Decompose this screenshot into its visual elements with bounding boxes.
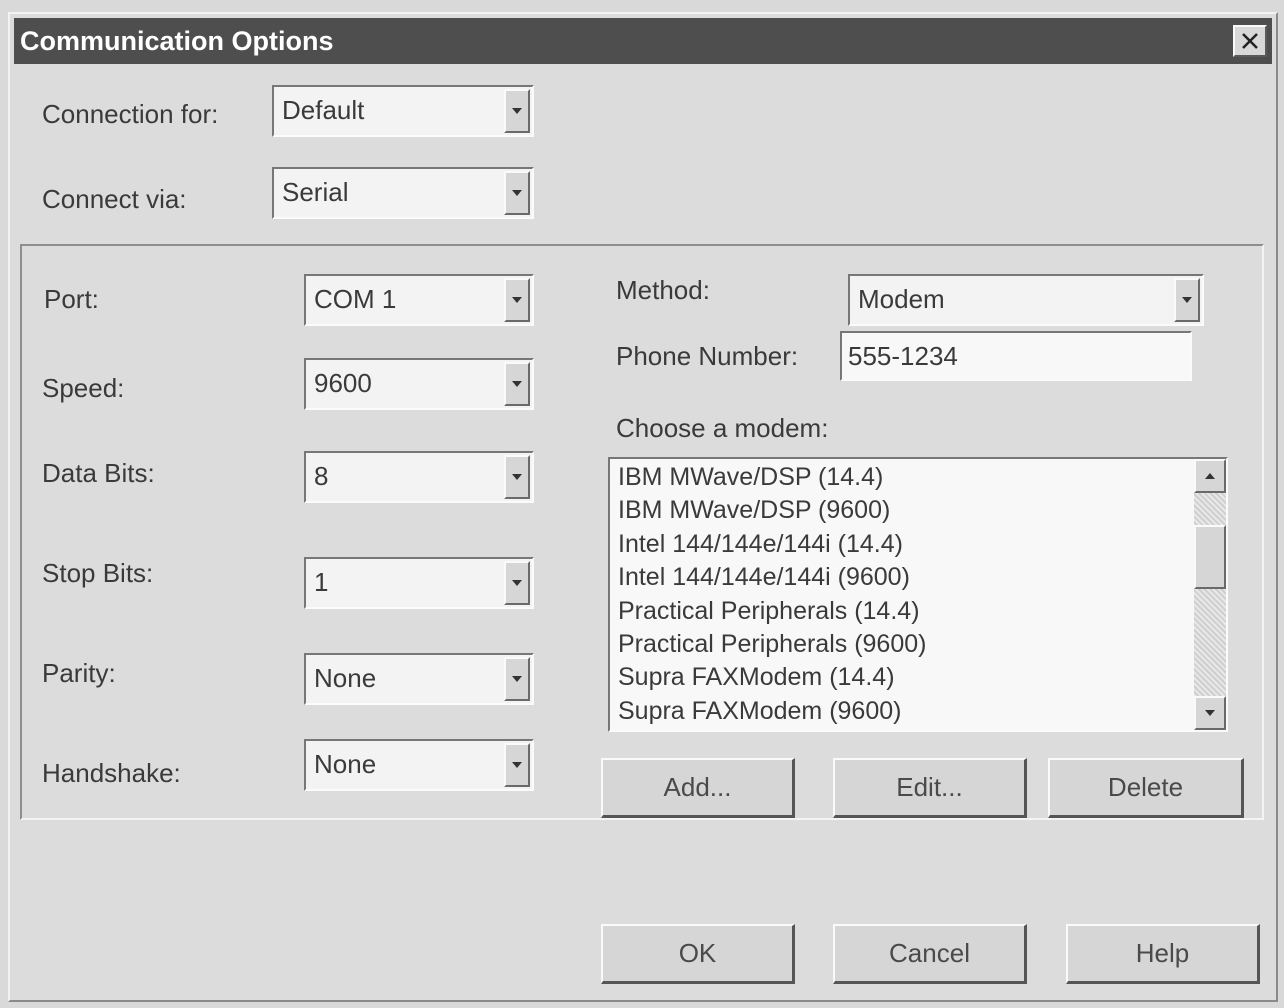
list-item[interactable]: Intel 144/144e/144i (9600)	[618, 561, 1192, 594]
data-bits-label: Data Bits:	[42, 458, 155, 488]
window-title: Communication Options	[20, 25, 334, 56]
connection-for-label: Connection for:	[42, 99, 219, 129]
help-button[interactable]: Help	[1066, 924, 1260, 984]
port-dropdown-button[interactable]	[504, 278, 530, 322]
connect-via-select[interactable]: Serial	[272, 167, 534, 219]
list-item[interactable]: IBM MWave/DSP (9600)	[618, 494, 1192, 527]
scroll-down-button[interactable]	[1194, 696, 1226, 730]
port-select[interactable]: COM 1	[304, 274, 534, 326]
modem-list-scrollbar[interactable]	[1194, 459, 1226, 730]
chevron-down-icon	[512, 676, 522, 682]
chevron-down-icon	[512, 762, 522, 768]
chevron-down-icon	[512, 190, 522, 196]
connection-for-select[interactable]: Default	[272, 85, 534, 137]
data-bits-dropdown-button[interactable]	[504, 455, 530, 499]
chevron-down-icon	[1182, 297, 1192, 303]
connect-via-value: Serial	[282, 177, 349, 207]
handshake-select[interactable]: None	[304, 739, 534, 791]
delete-modem-button[interactable]: Delete	[1048, 758, 1244, 818]
connect-via-dropdown-button[interactable]	[504, 171, 530, 215]
choose-modem-label: Choose a modem:	[616, 413, 829, 443]
handshake-dropdown-button[interactable]	[504, 743, 530, 787]
data-bits-select[interactable]: 8	[304, 451, 534, 503]
connection-for-dropdown-button[interactable]	[504, 89, 530, 133]
speed-select[interactable]: 9600	[304, 358, 534, 410]
scroll-thumb[interactable]	[1194, 525, 1226, 589]
data-bits-value: 8	[314, 461, 329, 491]
port-label: Port:	[44, 284, 99, 314]
chevron-down-icon	[512, 474, 522, 480]
phone-number-value: 555-1234	[848, 341, 958, 371]
method-label: Method:	[616, 275, 710, 305]
chevron-down-icon	[512, 297, 522, 303]
phone-number-input[interactable]: 555-1234	[840, 331, 1192, 381]
stop-bits-label: Stop Bits:	[42, 558, 154, 588]
connect-via-label: Connect via:	[42, 184, 187, 214]
close-icon	[1242, 33, 1258, 49]
parity-label: Parity:	[42, 658, 116, 688]
edit-modem-button[interactable]: Edit...	[833, 758, 1027, 818]
speed-dropdown-button[interactable]	[504, 362, 530, 406]
title-bar: Communication Options	[14, 18, 1272, 64]
chevron-down-icon	[512, 580, 522, 586]
speed-value: 9600	[314, 368, 372, 398]
chevron-down-icon	[512, 381, 522, 387]
list-item[interactable]: IBM MWave/DSP (14.4)	[618, 461, 1192, 494]
ok-button[interactable]: OK	[601, 924, 795, 984]
speed-label: Speed:	[42, 373, 125, 403]
list-item[interactable]: Supra FAXModem (14.4)	[618, 661, 1192, 694]
handshake-value: None	[314, 749, 377, 779]
method-value: Modem	[858, 284, 945, 314]
list-item[interactable]: Intel 144/144e/144i (14.4)	[618, 528, 1192, 561]
method-dropdown-button[interactable]	[1174, 278, 1200, 322]
list-item[interactable]: Practical Peripherals (14.4)	[618, 595, 1192, 628]
list-item[interactable]: Practical Peripherals (9600)	[618, 628, 1192, 661]
phone-number-label: Phone Number:	[616, 341, 799, 371]
modem-listbox[interactable]: IBM MWave/DSP (14.4) IBM MWave/DSP (9600…	[608, 457, 1228, 732]
stop-bits-dropdown-button[interactable]	[504, 561, 530, 605]
modem-list: IBM MWave/DSP (14.4) IBM MWave/DSP (9600…	[618, 461, 1192, 728]
close-button[interactable]	[1233, 25, 1267, 57]
parity-value: None	[314, 663, 377, 693]
add-modem-button[interactable]: Add...	[601, 758, 795, 818]
connection-for-value: Default	[282, 95, 365, 125]
method-select[interactable]: Modem	[848, 274, 1204, 326]
parity-dropdown-button[interactable]	[504, 657, 530, 701]
stop-bits-select[interactable]: 1	[304, 557, 534, 609]
chevron-down-icon	[1205, 710, 1215, 716]
scroll-up-button[interactable]	[1194, 459, 1226, 493]
chevron-up-icon	[1205, 473, 1215, 479]
list-item[interactable]: Supra FAXModem (9600)	[618, 695, 1192, 728]
parity-select[interactable]: None	[304, 653, 534, 705]
cancel-button[interactable]: Cancel	[833, 924, 1027, 984]
handshake-label: Handshake:	[42, 758, 181, 788]
stop-bits-value: 1	[314, 567, 329, 597]
port-value: COM 1	[314, 284, 397, 314]
chevron-down-icon	[512, 108, 522, 114]
